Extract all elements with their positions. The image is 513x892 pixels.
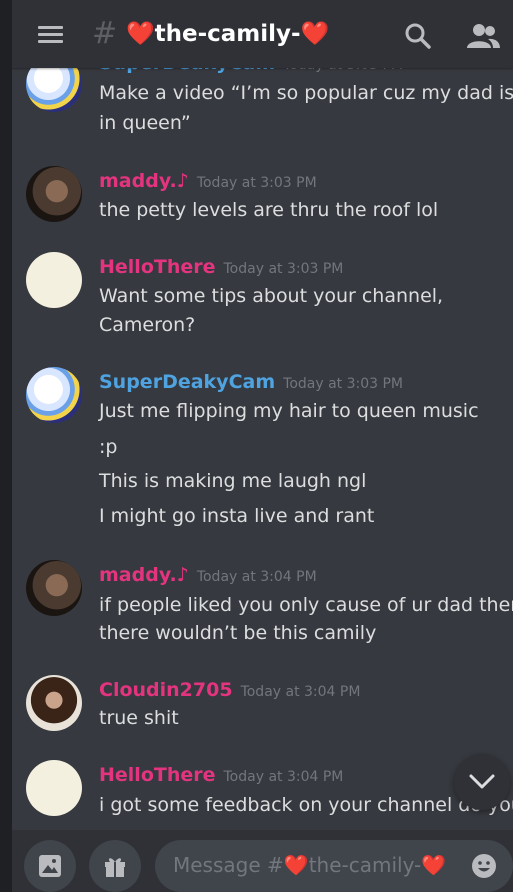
message-text: the petty levels are thru the roof lol [99, 199, 439, 221]
username[interactable]: SuperDeakyCam [99, 371, 275, 393]
chevron-down-icon [469, 774, 495, 789]
username[interactable]: Cloudin2705 [99, 679, 233, 701]
channel-title: ❤️the-camily-❤️ [126, 20, 329, 47]
message-text: Just me flipping my hair to queen music [99, 400, 479, 422]
avatar[interactable] [26, 560, 82, 616]
heart-emoji: ❤️ [421, 853, 447, 877]
channel-name: the-camily- [154, 21, 301, 47]
timestamp: Today at 3:03 PM [283, 376, 404, 392]
avatar[interactable] [26, 675, 82, 731]
message-meta: HelloThere Today at 3:03 PM [99, 256, 343, 278]
emoji-picker-icon[interactable] [471, 853, 497, 879]
gift-icon [105, 858, 125, 877]
channel-hash-icon: # [92, 16, 118, 51]
screen-edge [0, 0, 12, 892]
image-icon [39, 855, 61, 877]
username[interactable]: HelloThere [99, 256, 216, 278]
message-list[interactable]: SuperDeakyCam Today at 3:03 PM Make a vid… [12, 0, 513, 830]
timestamp: Today at 3:03 PM [196, 175, 317, 191]
message-text: Cameron? [99, 314, 196, 336]
message-meta: maddy.♪ Today at 3:03 PM [99, 170, 317, 192]
channel-header: # ❤️the-camily-❤️ [0, 0, 513, 68]
message-text: Make a video “I’m so popular cuz my dad … [99, 82, 513, 104]
message-text: there wouldn’t be this camily [99, 622, 377, 644]
message-input-placeholder: Message #❤️the-camily-❤️ [173, 853, 447, 877]
avatar[interactable] [26, 252, 82, 308]
message-text: This is making me laugh ngl [99, 470, 367, 492]
message-meta: HelloThere Today at 3:04 PM [99, 764, 343, 786]
heart-emoji: ❤️ [126, 21, 155, 47]
avatar[interactable] [26, 367, 82, 423]
message-text: i got some feedback on your channel do y… [99, 794, 513, 816]
hamburger-menu-icon[interactable] [38, 26, 63, 44]
composer-bar: Message #❤️the-camily-❤️ [0, 830, 513, 892]
username[interactable]: maddy.♪ [99, 170, 189, 192]
heart-emoji: ❤️ [300, 21, 330, 47]
timestamp: Today at 3:03 PM [223, 261, 344, 277]
message-text: true shit [99, 707, 179, 729]
username[interactable]: maddy.♪ [99, 564, 189, 586]
discord-app: # ❤️the-camily-❤️ SuperDeakyCamToday at … [0, 0, 513, 892]
jump-to-bottom-button[interactable] [454, 754, 510, 810]
message-input[interactable]: Message #❤️the-camily-❤️ [155, 840, 513, 892]
message-text: in queen” [99, 112, 191, 134]
message-text: :p [99, 436, 118, 458]
message-text: I might go insta live and rant [99, 505, 375, 527]
attach-image-button[interactable] [24, 840, 76, 892]
username[interactable]: HelloThere [99, 764, 216, 786]
members-icon[interactable] [466, 22, 500, 50]
gift-button[interactable] [89, 840, 141, 892]
message-meta: maddy.♪ Today at 3:04 PM [99, 564, 317, 586]
message-text: if people liked you only cause of ur dad… [99, 594, 513, 616]
timestamp: Today at 3:04 PM [196, 569, 317, 585]
message-meta: SuperDeakyCam Today at 3:03 PM [99, 371, 403, 393]
timestamp: Today at 3:04 PM [223, 769, 344, 785]
timestamp: Today at 3:04 PM [240, 684, 361, 700]
avatar[interactable] [26, 760, 82, 816]
message-meta: Cloudin2705 Today at 3:04 PM [99, 679, 360, 701]
heart-emoji: ❤️ [283, 853, 309, 877]
message-text: Want some tips about your channel, [99, 285, 444, 307]
avatar[interactable] [26, 166, 82, 222]
search-icon[interactable] [404, 22, 432, 50]
